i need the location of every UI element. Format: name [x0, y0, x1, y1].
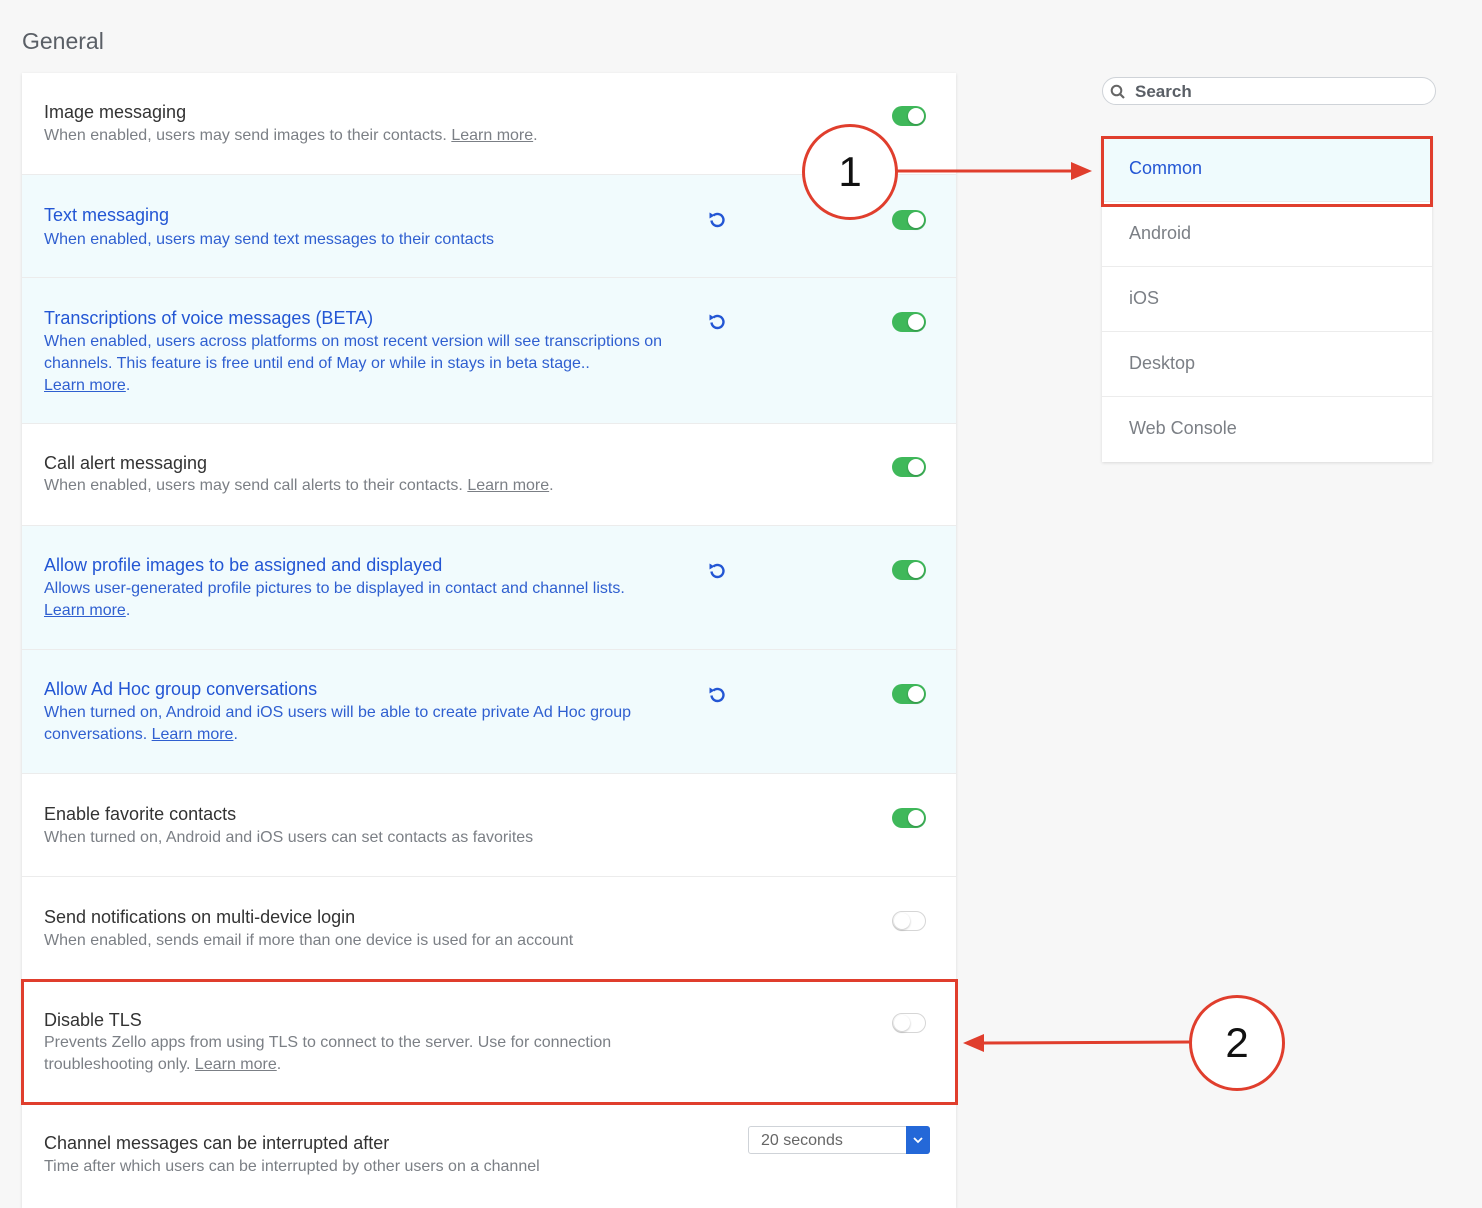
arrowhead-1 — [1071, 162, 1092, 180]
callout-circle-2: 2 — [1189, 995, 1285, 1091]
callout-number: 1 — [838, 148, 862, 195]
callout-circle-1: 1 — [802, 124, 898, 220]
arrow-line-2 — [981, 1040, 1191, 1045]
callout-number: 2 — [1225, 1019, 1249, 1066]
arrowhead-2 — [963, 1034, 984, 1052]
